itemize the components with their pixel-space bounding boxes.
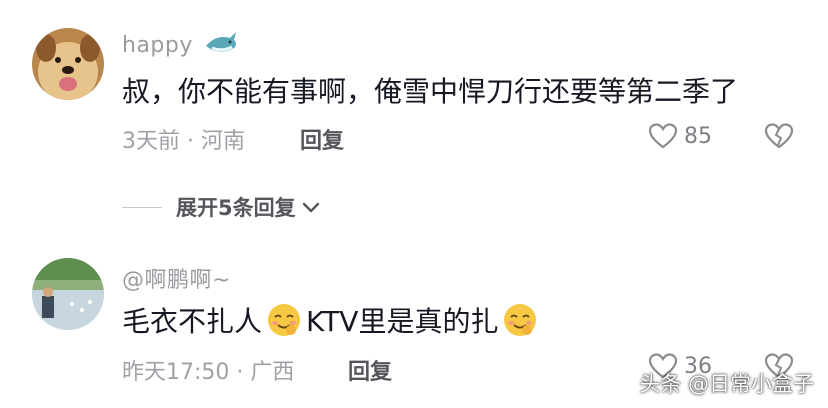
username[interactable]: @啊鹏啊~ [122, 262, 231, 294]
comment-text-part: 毛衣不扎人 [122, 305, 263, 338]
dislike-button[interactable] [764, 122, 794, 154]
comment-meta: 昨天17:50 · 广西 [122, 360, 295, 385]
comment-text: 叔，你不能有事啊，俺雪中悍刀行还要等第二季了 [122, 75, 739, 108]
watermark: 头条 @日常小盒子 [639, 372, 814, 396]
reply-button[interactable]: 回复 [300, 123, 344, 155]
divider-line [122, 206, 162, 208]
shy-smile-emoji-icon [502, 302, 538, 345]
broken-heart-icon [764, 123, 794, 149]
heart-icon [648, 123, 678, 149]
username[interactable]: happy [122, 30, 240, 62]
expand-replies-button[interactable]: 展开5条回复 [122, 192, 322, 222]
like-count: 85 [684, 123, 712, 149]
chevron-down-icon [302, 202, 319, 213]
reply-button[interactable]: 回复 [348, 354, 392, 386]
like-button[interactable]: 85 [648, 122, 712, 150]
comment-text: 毛衣不扎人 KTV里是真的扎 [122, 300, 542, 345]
landscape-avatar-image [32, 258, 104, 330]
avatar[interactable] [32, 258, 104, 330]
comment-text-part: KTV里是真的扎 [306, 305, 499, 338]
avatar[interactable] [32, 28, 104, 100]
shark-badge-icon [204, 30, 240, 62]
expand-replies-label: 展开5条回复 [176, 196, 296, 220]
shy-smile-emoji-icon [266, 302, 302, 345]
comment-meta: 3天前 · 河南 [122, 129, 245, 154]
dog-avatar-image [32, 28, 104, 100]
